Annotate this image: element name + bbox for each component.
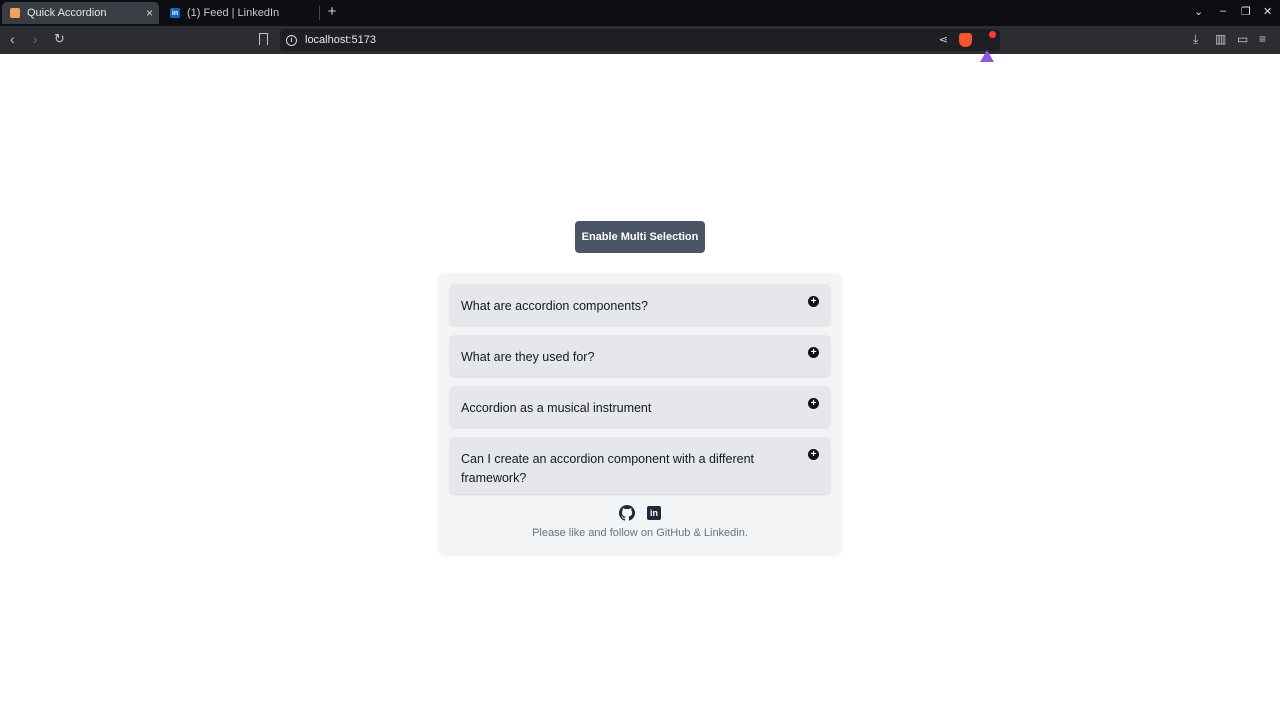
accordion-card: What are accordion components? + What ar… (439, 273, 841, 554)
downloads-icon[interactable]: ⤓ (1193, 32, 1198, 47)
browser-tab-bar: Quick Accordion × in (1) Feed | LinkedIn… (0, 0, 1280, 26)
menu-icon[interactable]: ≡ (1259, 32, 1266, 46)
accordion-question[interactable]: What are accordion components? (461, 297, 781, 316)
accordion-question[interactable]: What are they used for? (461, 348, 781, 367)
site-info-icon[interactable]: i (286, 34, 297, 46)
tab-quick-accordion[interactable]: Quick Accordion × (2, 2, 159, 24)
minimize-icon[interactable]: – (1220, 5, 1226, 17)
close-tab-icon[interactable]: × (146, 6, 153, 20)
restore-icon[interactable]: ❐ (1241, 5, 1251, 18)
forward-icon[interactable]: › (33, 31, 38, 47)
accordion-item[interactable]: Can I create an accordion component with… (450, 437, 830, 494)
back-icon[interactable]: ‹ (10, 31, 15, 47)
footer-text: Please like and follow on GitHub & Linke… (532, 527, 748, 539)
address-bar[interactable]: i localhost:5173 ⋖ (280, 29, 1000, 62)
tab-separator (319, 6, 320, 20)
accordion-question[interactable]: Accordion as a musical instrument (461, 399, 781, 418)
linkedin-favicon-icon: in (170, 8, 180, 18)
accordion-question[interactable]: Can I create an accordion component with… (461, 450, 781, 488)
tab-list-chevron-icon[interactable]: ⌄ (1194, 5, 1203, 18)
brave-shields-icon[interactable] (959, 33, 972, 47)
brave-favicon-icon (10, 8, 20, 18)
accordion-item[interactable]: What are they used for? + (450, 335, 830, 376)
bookmark-icon[interactable] (259, 33, 268, 45)
accordion-item[interactable]: Accordion as a musical instrument + (450, 386, 830, 427)
share-icon[interactable]: ⋖ (939, 33, 948, 46)
sidebar-icon[interactable]: ▥ (1215, 32, 1226, 46)
github-icon[interactable] (619, 505, 635, 521)
tab-title: Quick Accordion (27, 7, 107, 19)
tab-linkedin-feed[interactable]: in (1) Feed | LinkedIn (162, 2, 319, 24)
enable-multi-selection-button[interactable]: Enable Multi Selection (575, 221, 705, 253)
accordion-item[interactable]: What are accordion components? + (450, 284, 830, 325)
browser-toolbar: ‹ › ↻ i localhost:5173 ⋖ ⤓ ▥ ▭ ≡ (0, 26, 1280, 62)
new-tab-icon[interactable]: + (325, 3, 339, 20)
linkedin-icon[interactable]: in (647, 506, 661, 520)
plus-circle-icon[interactable]: + (808, 449, 819, 460)
plus-circle-icon[interactable]: + (808, 347, 819, 358)
plus-circle-icon[interactable]: + (808, 398, 819, 409)
close-window-icon[interactable]: ✕ (1263, 5, 1272, 18)
social-links: in (619, 505, 661, 521)
reload-icon[interactable]: ↻ (54, 31, 65, 47)
tab-title: (1) Feed | LinkedIn (187, 7, 280, 19)
wallet-icon[interactable]: ▭ (1237, 32, 1248, 46)
plus-circle-icon[interactable]: + (808, 296, 819, 307)
brave-rewards-icon[interactable] (980, 31, 996, 62)
url-text[interactable]: localhost:5173 (305, 34, 376, 46)
